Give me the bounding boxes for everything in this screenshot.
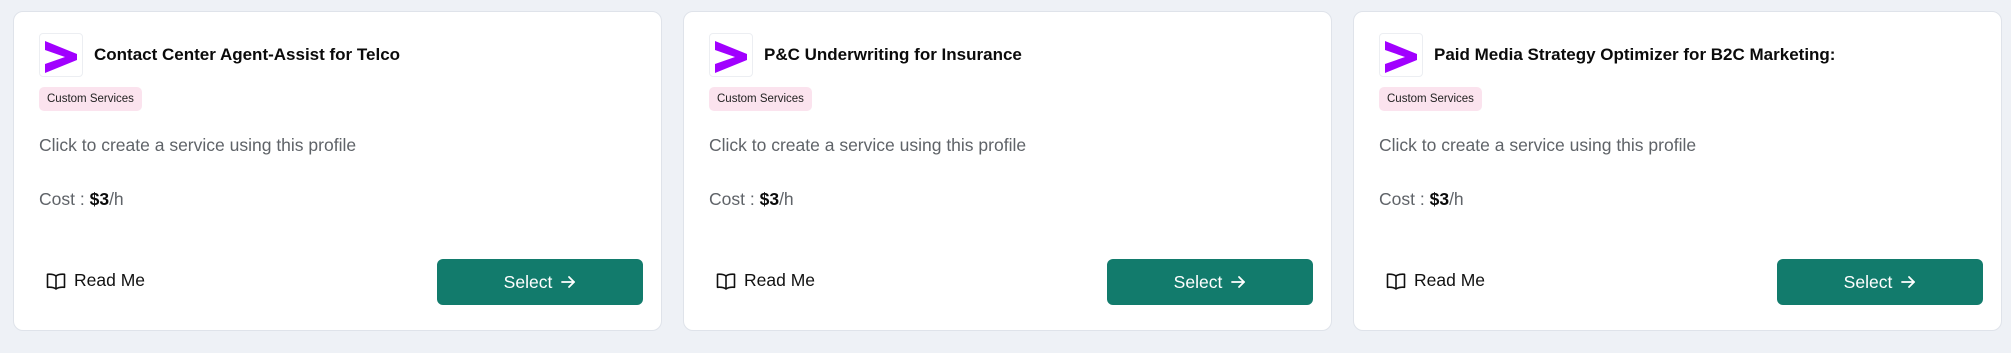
arrow-right-icon [1230, 274, 1246, 290]
cost-unit: /h [109, 189, 124, 209]
card-title: Paid Media Strategy Optimizer for B2C Ma… [1434, 45, 1836, 64]
select-button[interactable]: Select [1107, 259, 1313, 305]
card-header: P&C Underwriting for Insurance [709, 33, 1022, 77]
service-card[interactable]: Contact Center Agent-Assist for Telco Cu… [13, 11, 662, 331]
select-label: Select [503, 271, 553, 292]
book-icon [1386, 272, 1406, 290]
service-profile-cards: Contact Center Agent-Assist for Telco Cu… [0, 0, 2011, 353]
card-description: Click to create a service using this pro… [1379, 135, 1697, 155]
card-description: Click to create a service using this pro… [709, 135, 1027, 155]
arrow-right-icon [560, 274, 576, 290]
read-me-label: Read Me [1414, 270, 1486, 290]
select-label: Select [1843, 271, 1893, 292]
category-badge: Custom Services [709, 87, 812, 111]
read-me-link[interactable]: Read Me [1386, 270, 1485, 291]
book-icon [716, 272, 736, 290]
category-badge: Custom Services [39, 87, 142, 111]
card-header: Paid Media Strategy Optimizer for B2C Ma… [1379, 33, 1835, 77]
arrow-right-icon [1900, 274, 1916, 290]
select-button[interactable]: Select [437, 259, 643, 305]
card-header: Contact Center Agent-Assist for Telco [39, 33, 400, 77]
accenture-logo-icon [39, 33, 83, 77]
read-me-link[interactable]: Read Me [46, 270, 145, 291]
cost-line: Cost : $3/h [709, 189, 794, 210]
cost-unit: /h [779, 189, 794, 209]
cost-line: Cost : $3/h [39, 189, 124, 210]
card-description: Click to create a service using this pro… [39, 135, 357, 155]
read-me-label: Read Me [74, 270, 146, 290]
accenture-logo-icon [1379, 33, 1423, 77]
read-me-link[interactable]: Read Me [716, 270, 815, 291]
card-title: P&C Underwriting for Insurance [764, 45, 1022, 64]
select-button[interactable]: Select [1777, 259, 1983, 305]
service-card[interactable]: Paid Media Strategy Optimizer for B2C Ma… [1353, 11, 2002, 331]
cost-label: Cost : [1379, 189, 1425, 209]
cost-value: $3 [759, 189, 780, 209]
card-title: Contact Center Agent-Assist for Telco [94, 45, 401, 64]
category-badge: Custom Services [1379, 87, 1482, 111]
read-me-label: Read Me [744, 270, 816, 290]
cost-unit: /h [1449, 189, 1464, 209]
cost-value: $3 [1429, 189, 1450, 209]
cost-line: Cost : $3/h [1379, 189, 1464, 210]
select-label: Select [1173, 271, 1223, 292]
accenture-logo-icon [709, 33, 753, 77]
service-card[interactable]: P&C Underwriting for Insurance Custom Se… [683, 11, 1332, 331]
cost-value: $3 [89, 189, 110, 209]
cost-label: Cost : [709, 189, 755, 209]
cost-label: Cost : [39, 189, 85, 209]
book-icon [46, 272, 66, 290]
